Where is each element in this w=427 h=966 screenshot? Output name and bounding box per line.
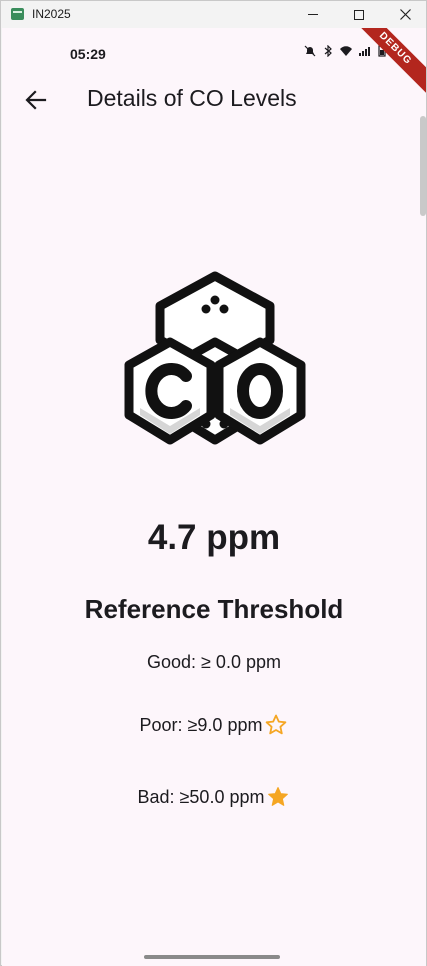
app-window: IN2025 05:29 DEBUG Details of CO Levels <box>0 0 427 966</box>
window-titlebar: IN2025 <box>1 1 426 28</box>
window-title: IN2025 <box>32 7 71 21</box>
back-button[interactable] <box>20 84 52 116</box>
signal-icon <box>359 47 370 56</box>
page-title: Details of CO Levels <box>87 85 297 111</box>
app-icon <box>11 8 24 20</box>
star-filled-icon <box>268 787 289 806</box>
close-icon <box>399 9 411 20</box>
wifi-icon <box>340 46 352 56</box>
mute-icon <box>304 45 316 57</box>
threshold-poor-label: Poor: ≥9.0 ppm <box>139 714 263 735</box>
phone-screen: 05:29 DEBUG Details of CO Levels 4.7 ppm… <box>2 28 426 966</box>
close-button[interactable] <box>382 1 427 28</box>
maximize-button[interactable] <box>336 1 382 28</box>
maximize-icon <box>354 9 364 20</box>
app-bar: Details of CO Levels <box>2 72 426 128</box>
co-logo-icon <box>124 271 306 445</box>
status-bar: 05:29 DEBUG <box>2 28 426 102</box>
reference-threshold-title: Reference Threshold <box>84 594 344 624</box>
minimize-button[interactable] <box>290 1 336 28</box>
threshold-bad-label: Bad: ≥50.0 ppm <box>137 786 265 807</box>
star-outline-icon <box>266 714 287 735</box>
back-arrow-icon <box>25 90 47 110</box>
threshold-poor-row: Poor: ≥9.0 ppm <box>2 713 426 737</box>
status-time: 05:29 <box>70 46 106 62</box>
home-indicator[interactable] <box>144 955 280 959</box>
minimize-icon <box>308 14 318 15</box>
status-icons <box>304 45 388 57</box>
threshold-bad-row: Bad: ≥50.0 ppm <box>2 785 426 809</box>
threshold-good-label: Good: ≥ 0.0 ppm <box>147 652 281 672</box>
threshold-good-row: Good: ≥ 0.0 ppm <box>2 652 426 673</box>
scrollbar[interactable] <box>420 116 426 216</box>
bluetooth-icon <box>324 45 332 57</box>
co-reading-value: 4.7 ppm <box>147 518 281 557</box>
